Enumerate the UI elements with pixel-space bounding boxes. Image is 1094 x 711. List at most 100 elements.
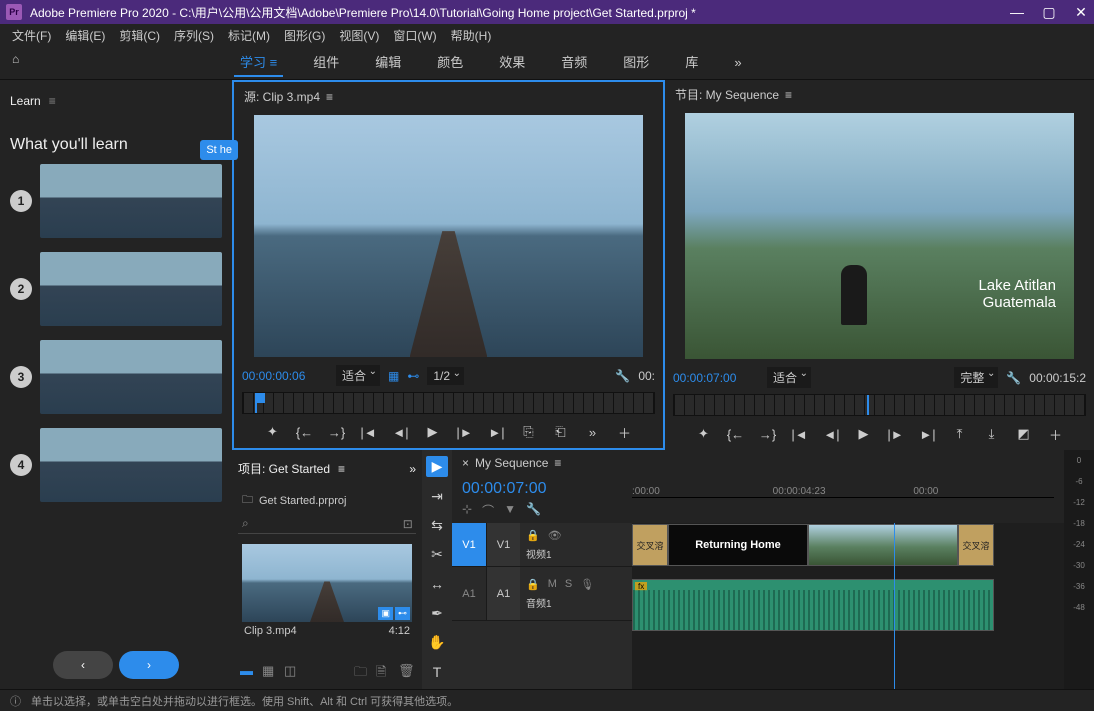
source-timecode[interactable]: 00:00:00:06	[242, 369, 328, 383]
learn-item-4[interactable]: 4	[10, 428, 222, 502]
trash-icon[interactable]: 🗑	[398, 663, 414, 679]
panel-menu-icon[interactable]: ≡	[785, 88, 792, 102]
a1-target[interactable]: A1	[486, 567, 520, 620]
ws-overflow[interactable]: »	[728, 51, 747, 74]
mark-out-button[interactable]: →}	[757, 424, 779, 444]
slip-tool[interactable]: ↔	[426, 574, 448, 595]
play-button[interactable]: ▶	[422, 422, 444, 442]
go-to-in-button[interactable]: |◄	[358, 422, 380, 442]
linked-selection-icon[interactable]: ⌒	[482, 502, 494, 519]
title-clip[interactable]: Returning Home	[668, 524, 808, 566]
settings-icon[interactable]: 🔧	[615, 369, 630, 383]
button-editor[interactable]: ＋	[614, 422, 636, 442]
panel-menu-icon[interactable]: ≡	[338, 462, 345, 476]
transport-more[interactable]: »	[582, 422, 604, 442]
source-video[interactable]	[254, 115, 643, 357]
panel-menu-icon[interactable]: ≡	[554, 456, 561, 470]
mark-in-button[interactable]: {←	[725, 424, 747, 444]
home-icon[interactable]: ⌂	[12, 52, 34, 74]
learn-item-3[interactable]: 3	[10, 340, 222, 414]
timeline-settings-icon[interactable]: 🔧	[526, 502, 541, 519]
transition-clip[interactable]: 交叉溶	[958, 524, 994, 566]
project-search-input[interactable]	[255, 518, 397, 530]
new-item-icon[interactable]: 🗎	[376, 663, 392, 679]
voiceover-icon[interactable]: 🎙	[580, 578, 594, 591]
ws-tab-libraries[interactable]: 库	[679, 48, 704, 77]
ws-tab-graphics[interactable]: 图形	[617, 48, 655, 77]
ws-tab-effects[interactable]: 效果	[493, 48, 531, 77]
freeform-view-icon[interactable]: ◫	[284, 663, 300, 679]
video-track-header[interactable]: V1 V1 🔒👁视频1	[452, 523, 632, 567]
step-forward-button[interactable]: |►	[885, 424, 907, 444]
transition-clip[interactable]: 交叉溶	[632, 524, 668, 566]
mark-in-button[interactable]: {←	[294, 422, 316, 442]
step-back-button[interactable]: ◄|	[821, 424, 843, 444]
timeline-timecode[interactable]: 00:00:07:00	[462, 476, 632, 502]
menu-edit[interactable]: 编辑(E)	[59, 25, 111, 46]
menu-marker[interactable]: 标记(M)	[222, 25, 276, 46]
ws-tab-assembly[interactable]: 组件	[307, 48, 345, 77]
step-forward-button[interactable]: |►	[454, 422, 476, 442]
snap-icon[interactable]: ⊹	[462, 502, 472, 519]
source-resolution-dropdown[interactable]: 1/2	[427, 367, 464, 385]
grid-icon[interactable]: ▦	[388, 369, 399, 383]
icon-view-icon[interactable]: ▦	[262, 663, 278, 679]
go-to-out-button[interactable]: ►|	[486, 422, 508, 442]
add-marker-button[interactable]: ✦	[693, 424, 715, 444]
hand-tool[interactable]: ✋	[426, 632, 448, 653]
lock-icon[interactable]: 🔒	[526, 529, 540, 542]
ws-tab-learn[interactable]: 学习 ≡	[234, 48, 283, 77]
list-view-icon[interactable]: ▬	[240, 663, 256, 679]
program-ruler[interactable]	[673, 394, 1086, 416]
program-video[interactable]: Lake AtitlanGuatemala	[685, 113, 1074, 359]
ws-tab-editing[interactable]: 编辑	[369, 48, 407, 77]
add-marker-button[interactable]: ✦	[262, 422, 284, 442]
go-to-in-button[interactable]: |◄	[789, 424, 811, 444]
ws-tab-audio[interactable]: 音频	[555, 48, 593, 77]
button-editor[interactable]: ＋	[1045, 424, 1067, 444]
lock-icon[interactable]: 🔒	[526, 578, 540, 591]
mark-out-button[interactable]: →}	[326, 422, 348, 442]
go-to-out-button[interactable]: ►|	[917, 424, 939, 444]
step-back-button[interactable]: ◄|	[390, 422, 412, 442]
search-icon[interactable]: ⌕	[242, 516, 249, 531]
safe-margins-icon[interactable]: ⊷	[407, 369, 419, 383]
menu-clip[interactable]: 剪辑(C)	[113, 25, 166, 46]
settings-icon[interactable]: 🔧	[1006, 371, 1021, 385]
insert-button[interactable]: ⎘	[518, 422, 540, 442]
menu-graphics[interactable]: 图形(G)	[278, 25, 331, 46]
program-timecode[interactable]: 00:00:07:00	[673, 371, 759, 385]
ripple-edit-tool[interactable]: ⇆	[426, 515, 448, 536]
type-tool[interactable]: T	[426, 662, 448, 683]
video-clip[interactable]	[808, 524, 958, 566]
export-frame-button[interactable]: ◩	[1013, 424, 1035, 444]
timeline-ruler[interactable]: :00:0000:00:04:2300:00	[632, 480, 1054, 498]
audio-track-header[interactable]: A1 A1 🔒MS🎙音频1	[452, 567, 632, 621]
close-button[interactable]: ✕	[1074, 5, 1088, 19]
razor-tool[interactable]: ✂	[426, 544, 448, 565]
audio-clip[interactable]: fx	[632, 579, 994, 631]
minimize-button[interactable]: —	[1010, 5, 1024, 19]
menu-view[interactable]: 视图(V)	[333, 25, 385, 46]
extract-button[interactable]: ⤓	[981, 424, 1003, 444]
menu-sequence[interactable]: 序列(S)	[168, 25, 220, 46]
add-marker-icon[interactable]: ▼	[504, 502, 516, 519]
eye-icon[interactable]: 👁	[548, 529, 562, 542]
maximize-button[interactable]: ▢	[1042, 5, 1056, 19]
menu-help[interactable]: 帮助(H)	[445, 25, 498, 46]
source-fit-dropdown[interactable]: 适合	[336, 365, 380, 386]
selection-tool[interactable]: ▶	[426, 456, 448, 477]
menu-window[interactable]: 窗口(W)	[387, 25, 442, 46]
timeline-playhead[interactable]	[894, 523, 895, 689]
source-ruler[interactable]	[242, 392, 655, 414]
menu-file[interactable]: 文件(F)	[6, 25, 57, 46]
learn-item-1[interactable]: 1	[10, 164, 222, 238]
timeline-clips[interactable]: 交叉溶 Returning Home 交叉溶 fx	[632, 523, 1064, 689]
mute-button[interactable]: M	[548, 578, 557, 590]
bin-item[interactable]: ▣⊷ Clip 3.mp44:12	[238, 540, 416, 644]
play-button[interactable]: ▶	[853, 424, 875, 444]
v1-source-patch[interactable]: V1	[452, 523, 486, 566]
track-select-tool[interactable]: ⇥	[426, 485, 448, 506]
pen-tool[interactable]: ✒	[426, 603, 448, 624]
panel-menu-icon[interactable]: ≡	[326, 90, 333, 104]
